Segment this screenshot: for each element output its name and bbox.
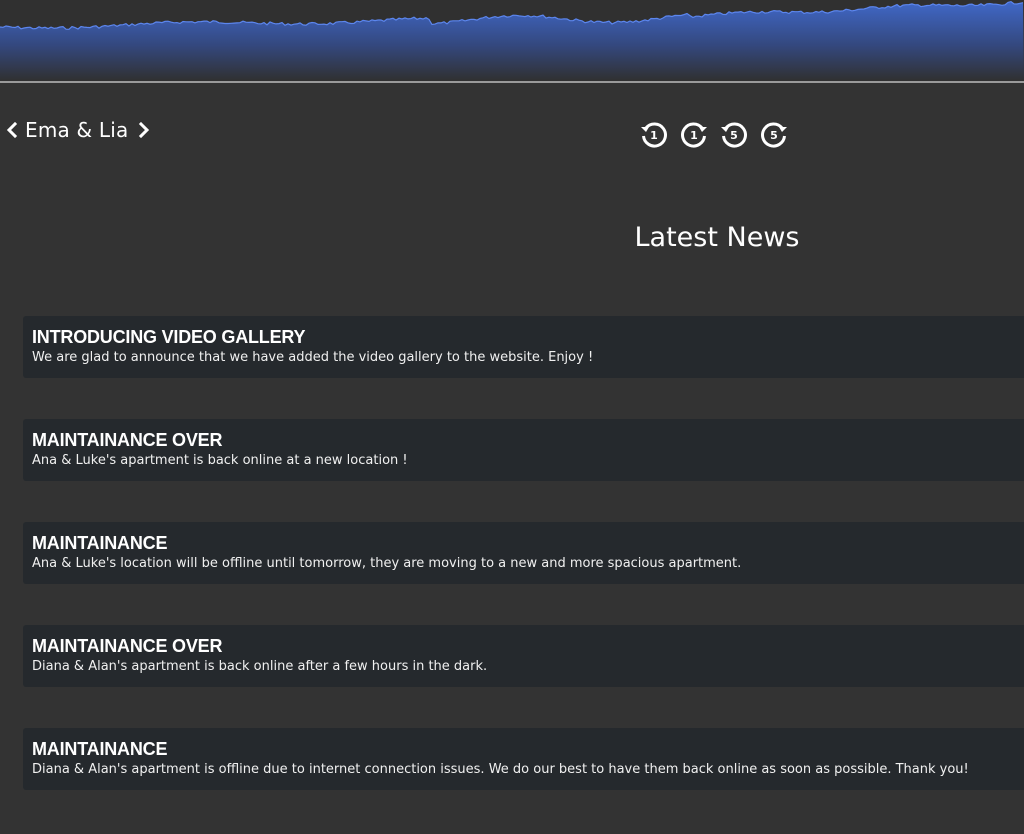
svg-text:1: 1 xyxy=(650,129,658,142)
next-room-button[interactable] xyxy=(134,113,154,147)
news-body: Ana & Luke's apartment is back online at… xyxy=(32,453,408,468)
news-body: Ana & Luke's location will be offline un… xyxy=(32,556,742,571)
forward-5-icon: 5 xyxy=(761,122,787,148)
news-headline: MAINTAINANCE OVER xyxy=(32,636,223,656)
svg-text:1: 1 xyxy=(690,129,698,142)
page: Ema & Lia 1 1 5 5 Latest News INTRODUCIN… xyxy=(0,0,1024,834)
rewind-5-icon: 5 xyxy=(721,122,747,148)
forward-1-icon: 1 xyxy=(681,122,707,148)
news-body: Diana & Alan's apartment is offline due … xyxy=(32,762,969,777)
previous-room-button[interactable] xyxy=(2,113,22,147)
timeline-divider xyxy=(0,81,1024,83)
news-headline: MAINTAINANCE xyxy=(32,739,168,759)
news-item: MAINTAINANCE Ana & Luke's location will … xyxy=(23,522,1024,584)
news-headline: MAINTAINANCE OVER xyxy=(32,430,223,450)
news-body: Diana & Alan's apartment is back online … xyxy=(32,659,488,674)
activity-area xyxy=(0,1,1024,81)
news-headline: MAINTAINANCE xyxy=(32,533,168,553)
seek-controls: 1 1 5 5 xyxy=(639,119,789,149)
news-item: INTRODUCING VIDEO GALLERY We are glad to… xyxy=(23,316,1024,378)
rewind-5-button[interactable]: 5 xyxy=(719,119,749,149)
room-navigator: Ema & Lia xyxy=(2,113,154,147)
svg-text:5: 5 xyxy=(730,129,738,142)
activity-timeline[interactable] xyxy=(0,0,1024,81)
chevron-left-icon xyxy=(6,122,18,138)
news-headline: INTRODUCING VIDEO GALLERY xyxy=(32,327,306,347)
chevron-right-icon xyxy=(139,122,150,138)
latest-news-heading: Latest News xyxy=(634,222,800,253)
current-room-name: Ema & Lia xyxy=(25,118,129,142)
svg-text:5: 5 xyxy=(770,129,778,142)
rewind-1-icon: 1 xyxy=(641,122,667,148)
news-body: We are glad to announce that we have add… xyxy=(32,350,594,365)
forward-1-button[interactable]: 1 xyxy=(679,119,709,149)
news-item: MAINTAINANCE Diana & Alan's apartment is… xyxy=(23,728,1024,790)
news-item: MAINTAINANCE OVER Diana & Alan's apartme… xyxy=(23,625,1024,687)
activity-graph xyxy=(0,0,1024,81)
rewind-1-button[interactable]: 1 xyxy=(639,119,669,149)
news-item: MAINTAINANCE OVER Ana & Luke's apartment… xyxy=(23,419,1024,481)
forward-5-button[interactable]: 5 xyxy=(759,119,789,149)
